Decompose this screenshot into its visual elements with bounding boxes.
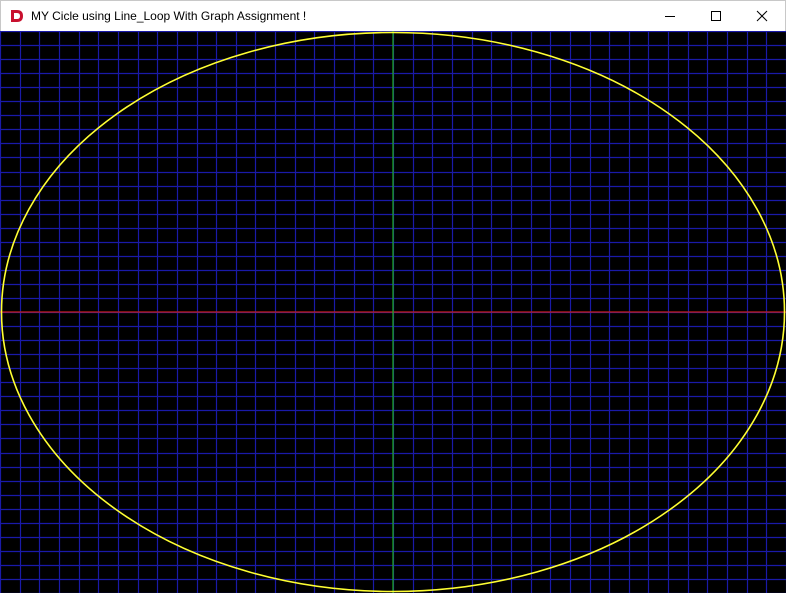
maximize-icon [711,11,721,21]
maximize-button[interactable] [693,1,739,31]
minimize-button[interactable] [647,1,693,31]
minimize-icon [665,16,675,17]
app-logo-icon [11,10,23,22]
close-icon [756,10,768,22]
app-window: MY Cicle using Line_Loop With Graph Assi… [0,0,786,593]
close-button[interactable] [739,1,785,31]
opengl-canvas[interactable] [0,31,786,593]
title-bar[interactable]: MY Cicle using Line_Loop With Graph Assi… [0,0,786,31]
window-title: MY Cicle using Line_Loop With Graph Assi… [31,9,307,23]
graph-canvas [0,31,786,593]
